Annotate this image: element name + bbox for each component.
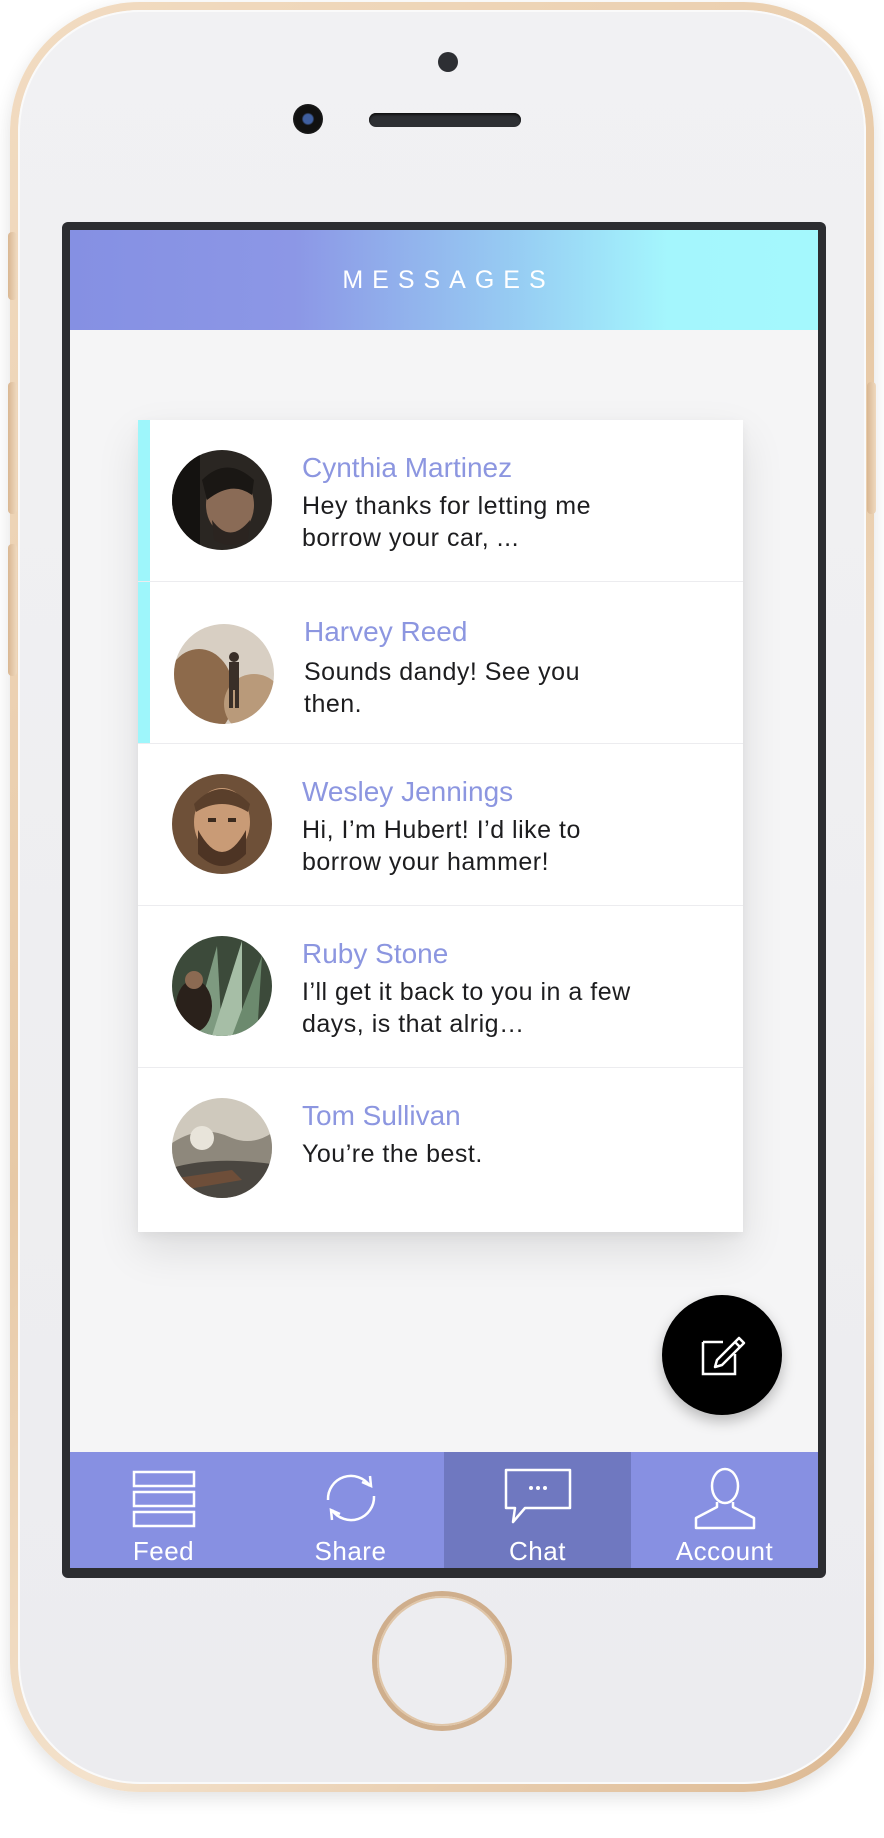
- portrait-bearded-man-image: [172, 774, 272, 874]
- tab-label: Chat: [509, 1536, 566, 1566]
- avatar: [172, 1098, 272, 1198]
- sender-name: Ruby Stone: [302, 938, 449, 969]
- tab-feed[interactable]: Feed: [70, 1452, 257, 1568]
- sender-name: Wesley Jennings: [302, 776, 514, 807]
- account-icon: [694, 1467, 755, 1530]
- power-button: [867, 382, 876, 514]
- volume-down-button: [8, 544, 17, 676]
- message-preview: You’re the best.: [302, 1140, 483, 1168]
- compose-button[interactable]: [662, 1295, 782, 1415]
- avatar: [172, 936, 272, 1036]
- message-item[interactable]: Harvey Reed Sounds dandy! See you then.: [138, 582, 743, 744]
- home-button[interactable]: [377, 1596, 507, 1726]
- message-preview: Hey thanks for letting me borrow your ca…: [302, 492, 592, 552]
- person-standing-outdoors-image: [174, 624, 274, 724]
- sender-name: Cynthia Martinez: [302, 452, 513, 483]
- volume-up-button: [8, 382, 17, 514]
- message-preview: Hi, I’m Hubert! I’d like to borrow your …: [302, 816, 581, 876]
- sender-name: Harvey Reed: [304, 616, 468, 647]
- earpiece-speaker: [369, 113, 521, 127]
- mute-switch: [8, 232, 17, 300]
- app-screen: MESSAGES Cynthia Martinez Hey thanks for…: [70, 230, 818, 1568]
- message-item[interactable]: Tom Sullivan You’re the best.: [138, 1068, 743, 1230]
- message-preview: I’ll get it back to you in a few days, i…: [302, 978, 631, 1038]
- proximity-sensor: [438, 52, 458, 72]
- tab-label: Share: [314, 1536, 387, 1566]
- page-title: MESSAGES: [342, 265, 555, 294]
- message-item[interactable]: Cynthia Martinez Hey thanks for letting …: [138, 420, 743, 582]
- message-item[interactable]: Ruby Stone I’ll get it back to you in a …: [138, 906, 743, 1068]
- avatar: [174, 624, 274, 724]
- app-header: MESSAGES: [70, 230, 818, 330]
- sender-name: Tom Sullivan: [302, 1100, 461, 1131]
- person-in-plants-image: [172, 936, 272, 1036]
- front-camera: [293, 104, 323, 134]
- tab-account[interactable]: Account: [631, 1452, 818, 1568]
- tab-label: Account: [675, 1536, 774, 1566]
- message-preview: Sounds dandy! See you then.: [304, 658, 580, 718]
- tab-chat[interactable]: Chat: [444, 1452, 631, 1568]
- chat-icon: [504, 1468, 571, 1524]
- avatar: [172, 450, 272, 550]
- message-item[interactable]: Wesley Jennings Hi, I’m Hubert! I’d like…: [138, 744, 743, 906]
- tab-label: Feed: [132, 1536, 195, 1566]
- compose-icon: [701, 1336, 746, 1376]
- tab-share[interactable]: Share: [257, 1452, 444, 1568]
- message-list: Cynthia Martinez Hey thanks for letting …: [138, 420, 743, 1232]
- feed-icon: [132, 1470, 195, 1528]
- avatar: [172, 774, 272, 874]
- portrait-man-dark-hair-image: [172, 450, 272, 550]
- tab-bar: Feed Share Chat Account: [70, 1452, 818, 1568]
- share-icon: [326, 1474, 375, 1522]
- rocky-landscape-image: [172, 1098, 272, 1198]
